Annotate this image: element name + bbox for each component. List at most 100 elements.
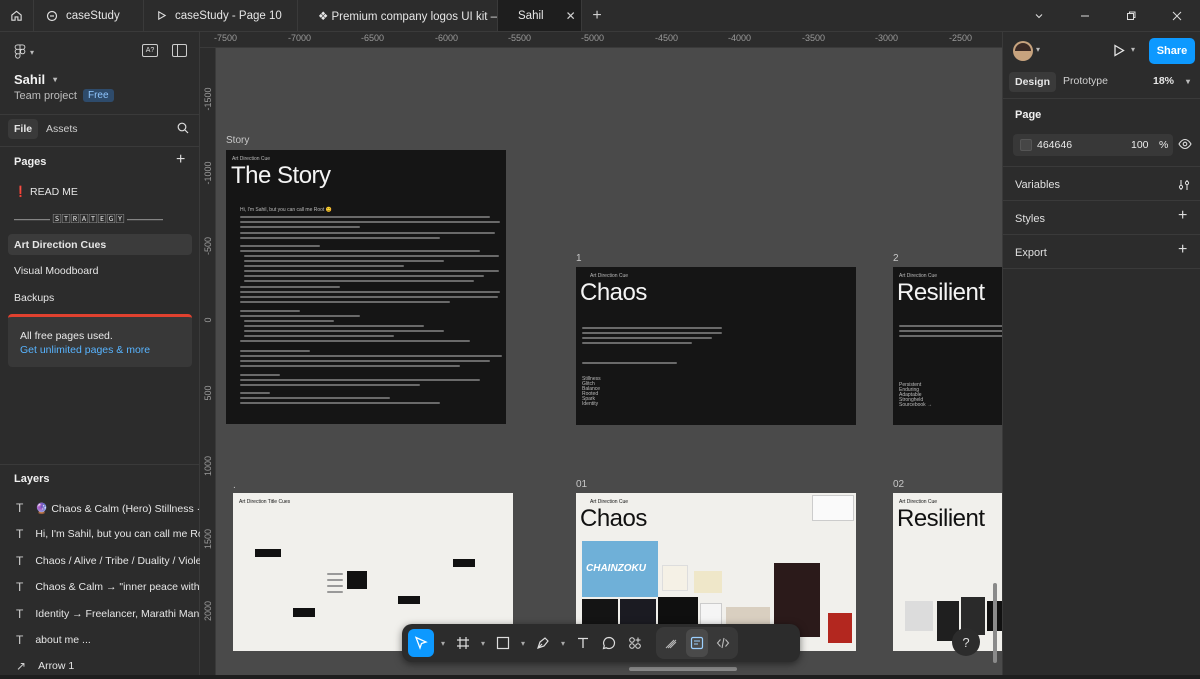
frame-resilient[interactable]: Art Direction Cue Resilient Persistent En… bbox=[893, 267, 1002, 425]
chevron-down-icon[interactable] bbox=[1016, 0, 1062, 31]
page-item-visual-moodboard[interactable]: Visual Moodboard bbox=[14, 265, 98, 277]
close-tab-icon[interactable]: ✕ bbox=[566, 9, 576, 23]
ruler-tick: -4500 bbox=[655, 33, 679, 43]
draw-icon bbox=[665, 639, 677, 649]
add-style-icon[interactable]: + bbox=[1178, 207, 1187, 225]
frame-label-1[interactable]: 1 bbox=[576, 253, 582, 264]
move-tool-button[interactable] bbox=[408, 629, 434, 657]
plan-badge[interactable]: Free bbox=[82, 89, 114, 102]
opacity-value[interactable]: 100 bbox=[1131, 139, 1149, 151]
avatar[interactable] bbox=[1013, 41, 1033, 61]
home-button[interactable] bbox=[0, 0, 34, 31]
actions-tool-button[interactable] bbox=[624, 629, 646, 657]
plus-icon: + bbox=[592, 6, 602, 24]
tab-assets[interactable]: Assets bbox=[46, 123, 78, 135]
page-item-backups[interactable]: Backups bbox=[14, 292, 54, 304]
layer-item[interactable]: T 🔮 Chaos & Calm (Hero) Stillness · Glit bbox=[0, 495, 200, 521]
tab-casestudy-page10[interactable]: caseStudy - Page 10 bbox=[144, 0, 298, 31]
frame-label-story[interactable]: Story bbox=[226, 135, 249, 146]
moodboard-image bbox=[694, 571, 722, 593]
layer-item[interactable]: ↗ Arrow 1 bbox=[0, 653, 200, 679]
file-name[interactable]: Sahil ▾ bbox=[14, 72, 57, 87]
add-page-icon[interactable]: + bbox=[176, 151, 185, 169]
color-swatch[interactable] bbox=[1020, 139, 1032, 151]
export-header: Export bbox=[1015, 247, 1047, 259]
ruler-tick: 1000 bbox=[203, 455, 213, 477]
layer-item[interactable]: T Hi, I'm Sahil, but you can call me Root bbox=[0, 521, 200, 547]
upgrade-link[interactable]: Get unlimited pages & more bbox=[20, 344, 150, 356]
team-info: Team project Free bbox=[14, 89, 114, 102]
tab-file[interactable]: File bbox=[8, 119, 39, 139]
main-menu-button[interactable]: ▾ bbox=[14, 44, 34, 60]
ruler-tick: 500 bbox=[203, 385, 213, 401]
pages-header: Pages bbox=[14, 156, 47, 168]
chevron-down-icon[interactable]: ▾ bbox=[1036, 45, 1040, 54]
cue-label: Art Direction Title Cues bbox=[239, 499, 291, 505]
variables-header[interactable]: Variables bbox=[1015, 179, 1060, 191]
chevron-down-icon[interactable]: ▾ bbox=[478, 629, 488, 657]
page-item-read-me[interactable]: ❗ READ ME bbox=[14, 185, 78, 198]
tab-casestudy[interactable]: caseStudy bbox=[34, 0, 144, 31]
vertical-scrollbar[interactable] bbox=[993, 583, 997, 663]
design-mode-button[interactable] bbox=[686, 629, 708, 657]
ruler-tick: -2500 bbox=[949, 33, 973, 43]
shape-tool-button[interactable] bbox=[492, 629, 514, 657]
zoom-control[interactable]: 18% ▾ bbox=[1153, 75, 1190, 87]
layer-item[interactable]: Tabout me ... bbox=[0, 627, 200, 653]
frame-label-2[interactable]: 2 bbox=[893, 253, 899, 264]
page-background-field[interactable]: 464646 100 % bbox=[1013, 134, 1173, 156]
minimize-icon[interactable] bbox=[1062, 0, 1108, 31]
horizontal-scrollbar[interactable] bbox=[629, 667, 737, 671]
zoom-level: 18% bbox=[1153, 75, 1175, 87]
page-item-strategy-divider[interactable]: ———— 🅂🅃🅁🄰🅃🄴🄶🅈 ———— bbox=[14, 212, 163, 225]
frame-label-title-cues[interactable]: . bbox=[233, 480, 236, 491]
color-hex-value[interactable]: 464646 bbox=[1037, 139, 1072, 151]
tab-prototype[interactable]: Prototype bbox=[1063, 75, 1108, 87]
layer-item[interactable]: T Identity → Freelancer, Marathi Manus, bbox=[0, 601, 200, 627]
text-layer-icon: T bbox=[16, 527, 24, 541]
sidebar-toggle-icon[interactable] bbox=[172, 44, 187, 57]
chevron-down-icon[interactable]: ▾ bbox=[438, 629, 448, 657]
ruler-tick: -6500 bbox=[361, 33, 385, 43]
page-item-art-direction-cues[interactable]: Art Direction Cues bbox=[8, 234, 192, 255]
frame-label-02[interactable]: 02 bbox=[893, 479, 904, 490]
cue-box bbox=[255, 549, 281, 557]
layer-label: about me ... bbox=[35, 634, 91, 646]
text-tool-button[interactable] bbox=[572, 629, 594, 657]
divider bbox=[1003, 98, 1200, 99]
layer-item[interactable]: T Chaos / Alive / Tribe / Duality / Viole… bbox=[0, 548, 200, 574]
design-canvas[interactable]: Story Art Direction Cue The Story Hi, I'… bbox=[216, 48, 1002, 675]
frame-label-01[interactable]: 01 bbox=[576, 479, 587, 490]
share-button[interactable]: Share bbox=[1149, 38, 1195, 64]
chevron-down-icon[interactable]: ▾ bbox=[558, 629, 568, 657]
search-icon[interactable] bbox=[177, 122, 189, 134]
frame-resilient-moodboard[interactable]: Art Direction Cue Resilient bbox=[893, 493, 1002, 651]
dev-mode-button[interactable] bbox=[712, 629, 734, 657]
add-export-icon[interactable]: + bbox=[1178, 241, 1187, 259]
tab-design[interactable]: Design bbox=[1009, 72, 1057, 92]
close-window-icon[interactable] bbox=[1154, 0, 1200, 31]
text-layer-icon: T bbox=[16, 501, 24, 515]
frame-the-story[interactable]: Art Direction Cue The Story Hi, I'm Sahi… bbox=[226, 150, 506, 424]
new-tab-button[interactable]: + bbox=[582, 0, 612, 31]
ai-icon[interactable]: A? bbox=[142, 44, 158, 57]
comment-tool-button[interactable] bbox=[598, 629, 620, 657]
frame-title: Resilient bbox=[897, 505, 985, 532]
frame-chaos[interactable]: Art Direction Cue Chaos Stillness Glitch B… bbox=[576, 267, 856, 425]
draw-mode-button[interactable] bbox=[660, 629, 682, 657]
restore-icon[interactable] bbox=[1108, 0, 1154, 31]
ruler-tick: 2000 bbox=[203, 600, 213, 622]
variables-settings-icon[interactable] bbox=[1178, 179, 1190, 191]
design-mode-icon bbox=[690, 636, 704, 650]
pen-tool-button[interactable] bbox=[532, 629, 554, 657]
eye-icon[interactable] bbox=[1178, 138, 1192, 150]
chevron-down-icon[interactable]: ▾ bbox=[1131, 45, 1135, 54]
present-play-icon[interactable] bbox=[1113, 44, 1125, 57]
layer-item[interactable]: T Chaos & Calm → "inner peace with cha bbox=[0, 574, 200, 600]
chevron-down-icon[interactable]: ▾ bbox=[518, 629, 528, 657]
help-button[interactable]: ? bbox=[952, 628, 980, 656]
frame-tool-button[interactable] bbox=[452, 629, 474, 657]
tab-premium-logos[interactable]: ❖ Premium company logos UI kit – Un bbox=[298, 0, 498, 31]
bottom-toolbar: ▾ ▾ ▾ ▾ bbox=[402, 624, 800, 662]
tab-sahil[interactable]: Sahil ✕ bbox=[498, 0, 582, 31]
